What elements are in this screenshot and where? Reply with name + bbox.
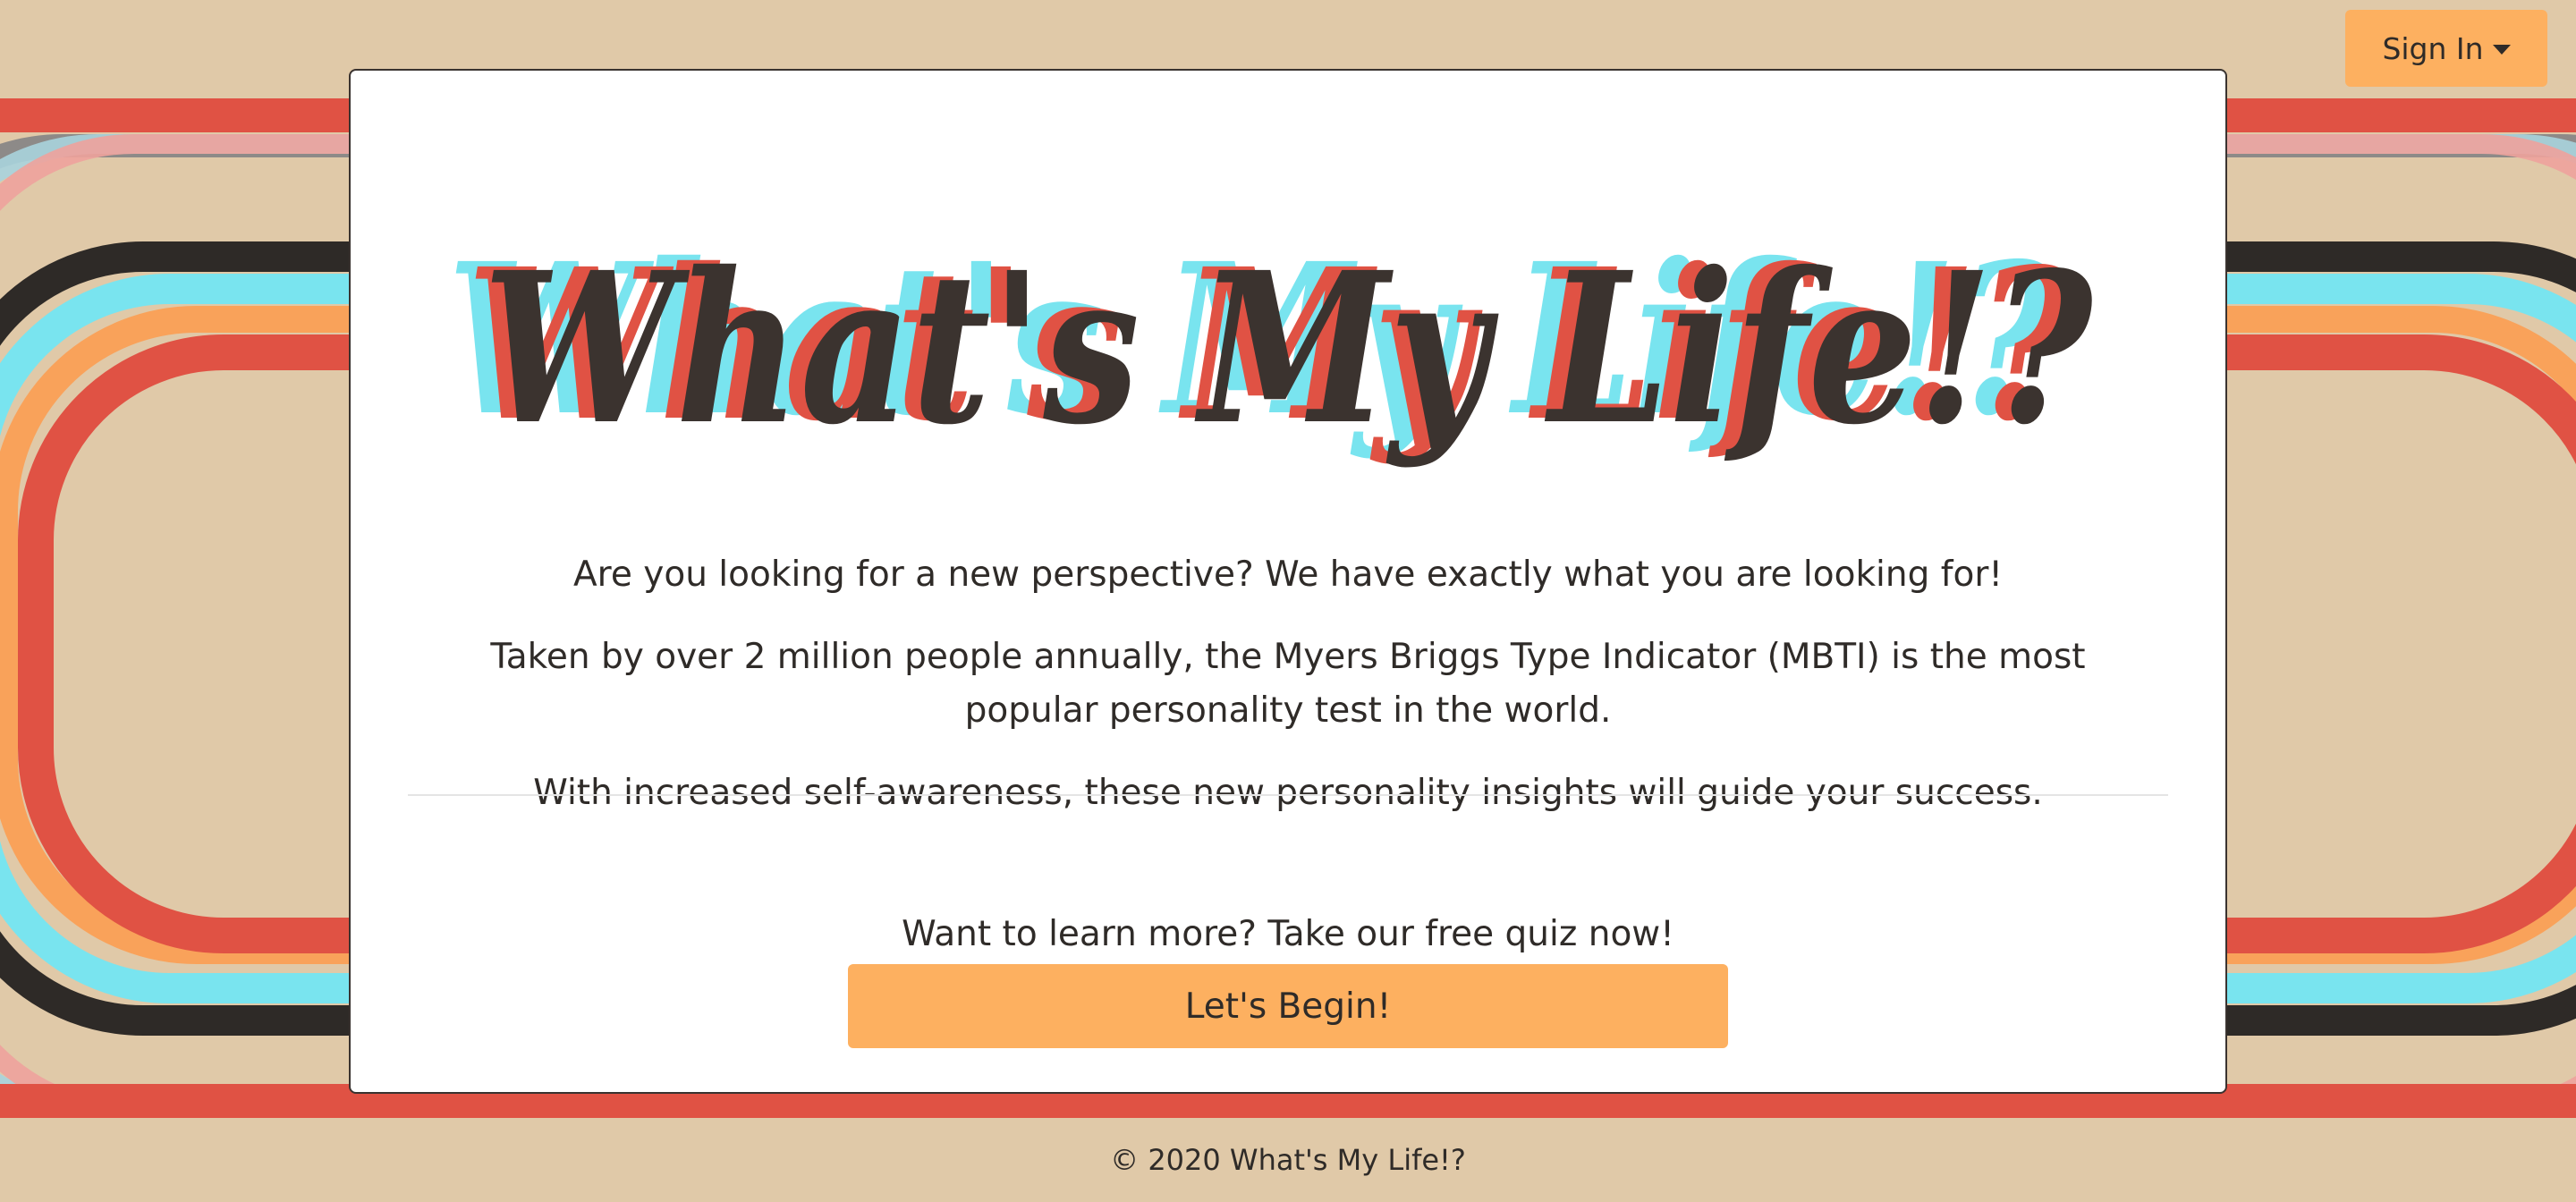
site-logo: What's My Life!? What's My Life!? What's…: [447, 217, 2095, 470]
quiz-prompt: Want to learn more? Take our free quiz n…: [902, 914, 1674, 954]
hero-card: What's My Life!? What's My Life!? What's…: [349, 69, 2227, 1094]
caret-down-icon: [2492, 44, 2511, 55]
logo-title: What's My Life!?: [483, 226, 2095, 470]
lets-begin-button[interactable]: Let's Begin!: [848, 964, 1728, 1048]
sign-in-dropdown-button[interactable]: Sign In: [2345, 10, 2547, 87]
section-divider: [408, 794, 2168, 796]
sign-in-label: Sign In: [2382, 30, 2484, 66]
mbti-paragraph: Taken by over 2 million people annually,…: [490, 637, 2086, 731]
footer-copyright: © 2020 What's My Life!?: [1110, 1143, 1466, 1177]
intro-paragraph: Are you looking for a new perspective? W…: [573, 554, 2003, 595]
insights-paragraph: With increased self-awareness, these new…: [533, 773, 2043, 813]
